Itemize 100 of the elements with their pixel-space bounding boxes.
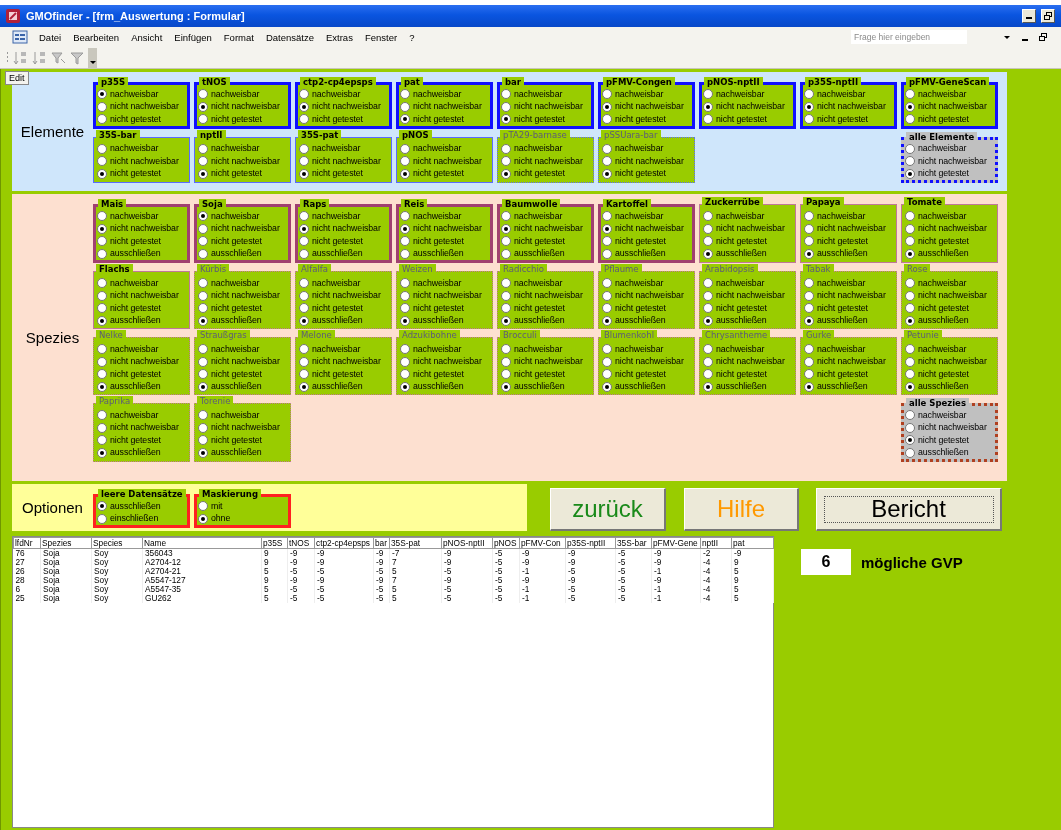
- radio-button[interactable]: [198, 513, 208, 524]
- radio-button[interactable]: [804, 223, 814, 234]
- radio-button[interactable]: [198, 211, 208, 222]
- column-header[interactable]: Spezies: [40, 537, 92, 549]
- radio-button[interactable]: [97, 143, 107, 154]
- column-header[interactable]: bar: [373, 537, 390, 549]
- radio-button[interactable]: [602, 114, 612, 125]
- radio-button[interactable]: [804, 89, 814, 100]
- radio-button[interactable]: [299, 101, 309, 112]
- radio-button[interactable]: [804, 101, 814, 112]
- radio-button[interactable]: [602, 248, 612, 259]
- radio-button[interactable]: [905, 143, 915, 154]
- column-header[interactable]: p35S: [261, 537, 288, 549]
- radio-button[interactable]: [804, 114, 814, 125]
- radio-button[interactable]: [299, 211, 309, 222]
- radio-button[interactable]: [905, 211, 915, 222]
- radio-button[interactable]: [905, 410, 915, 421]
- radio-button[interactable]: [400, 114, 410, 125]
- radio-button[interactable]: [501, 223, 511, 234]
- radio-button[interactable]: [602, 101, 612, 112]
- column-header[interactable]: p35S-nptII: [565, 537, 616, 549]
- radio-button[interactable]: [501, 89, 511, 100]
- radio-button[interactable]: [905, 114, 915, 125]
- radio-button[interactable]: [804, 248, 814, 259]
- column-header[interactable]: Species: [91, 537, 143, 549]
- command-button[interactable]: Bericht: [816, 488, 1002, 531]
- radio-button[interactable]: [198, 223, 208, 234]
- radio-button[interactable]: [198, 156, 208, 167]
- radio-button[interactable]: [400, 211, 410, 222]
- radio-button[interactable]: [400, 248, 410, 259]
- radio-button[interactable]: [905, 168, 915, 179]
- radio-button[interactable]: [299, 223, 309, 234]
- radio-button[interactable]: [703, 114, 713, 125]
- form-icon[interactable]: [12, 30, 28, 44]
- radio-button[interactable]: [602, 236, 612, 247]
- radio-button[interactable]: [501, 114, 511, 125]
- radio-button[interactable]: [97, 168, 107, 179]
- radio-button[interactable]: [804, 211, 814, 222]
- radio-button[interactable]: [198, 143, 208, 154]
- radio-button[interactable]: [905, 447, 915, 458]
- radio-button[interactable]: [97, 211, 107, 222]
- radio-button[interactable]: [97, 89, 107, 100]
- edit-tab[interactable]: Edit: [5, 71, 29, 85]
- column-header[interactable]: pFMV-Gene: [651, 537, 701, 549]
- filter-icon[interactable]: [50, 49, 66, 66]
- column-header[interactable]: pNOS: [492, 537, 520, 549]
- radio-button[interactable]: [299, 89, 309, 100]
- menu-item[interactable]: Format: [218, 31, 259, 43]
- radio-button[interactable]: [905, 223, 915, 234]
- radio-button[interactable]: [299, 114, 309, 125]
- menu-item[interactable]: Ansicht: [126, 31, 168, 43]
- radio-button[interactable]: [602, 223, 612, 234]
- radio-button[interactable]: [198, 168, 208, 179]
- radio-button[interactable]: [703, 248, 713, 259]
- column-header[interactable]: pat: [731, 537, 774, 549]
- radio-button[interactable]: [703, 101, 713, 112]
- column-header[interactable]: Name: [142, 537, 262, 549]
- radio-button[interactable]: [400, 156, 410, 167]
- radio-button[interactable]: [703, 236, 713, 247]
- radio-button[interactable]: [97, 303, 107, 314]
- radio-button[interactable]: [501, 248, 511, 259]
- radio-button[interactable]: [299, 168, 309, 179]
- radio-button[interactable]: [198, 501, 208, 512]
- help-search-field[interactable]: Frage hier eingeben: [851, 30, 967, 44]
- radio-button[interactable]: [97, 223, 107, 234]
- radio-button[interactable]: [198, 114, 208, 125]
- radio-button[interactable]: [198, 89, 208, 100]
- radio-button[interactable]: [97, 290, 107, 301]
- radio-button[interactable]: [905, 156, 915, 167]
- menu-item[interactable]: Datei: [34, 31, 67, 43]
- radio-button[interactable]: [400, 223, 410, 234]
- menu-item[interactable]: Fenster: [359, 31, 403, 43]
- radio-button[interactable]: [703, 223, 713, 234]
- restore-icon[interactable]: [1039, 33, 1047, 41]
- radio-button[interactable]: [198, 248, 208, 259]
- radio-button[interactable]: [97, 101, 107, 112]
- radio-button[interactable]: [400, 168, 410, 179]
- menu-item[interactable]: ?: [404, 31, 420, 43]
- radio-button[interactable]: [703, 211, 713, 222]
- column-header[interactable]: pFMV-Con: [519, 537, 566, 549]
- radio-button[interactable]: [501, 211, 511, 222]
- toolbar-grip-icon[interactable]: [6, 50, 9, 65]
- column-header[interactable]: lfdNr: [13, 537, 41, 549]
- column-header[interactable]: nptII: [700, 537, 732, 549]
- radio-button[interactable]: [299, 248, 309, 259]
- radio-button[interactable]: [400, 89, 410, 100]
- column-header[interactable]: pNOS-nptII: [441, 537, 493, 549]
- radio-button[interactable]: [602, 89, 612, 100]
- radio-button[interactable]: [97, 501, 107, 512]
- column-header[interactable]: 35S-bar: [615, 537, 652, 549]
- radio-button[interactable]: [905, 101, 915, 112]
- radio-button[interactable]: [97, 278, 107, 289]
- radio-button[interactable]: [501, 236, 511, 247]
- menu-item[interactable]: Einfügen: [169, 31, 217, 43]
- radio-button[interactable]: [198, 101, 208, 112]
- radio-button[interactable]: [97, 114, 107, 125]
- dropdown-icon[interactable]: [1003, 33, 1011, 41]
- radio-button[interactable]: [400, 143, 410, 154]
- radio-button[interactable]: [97, 513, 107, 524]
- radio-button[interactable]: [97, 236, 107, 247]
